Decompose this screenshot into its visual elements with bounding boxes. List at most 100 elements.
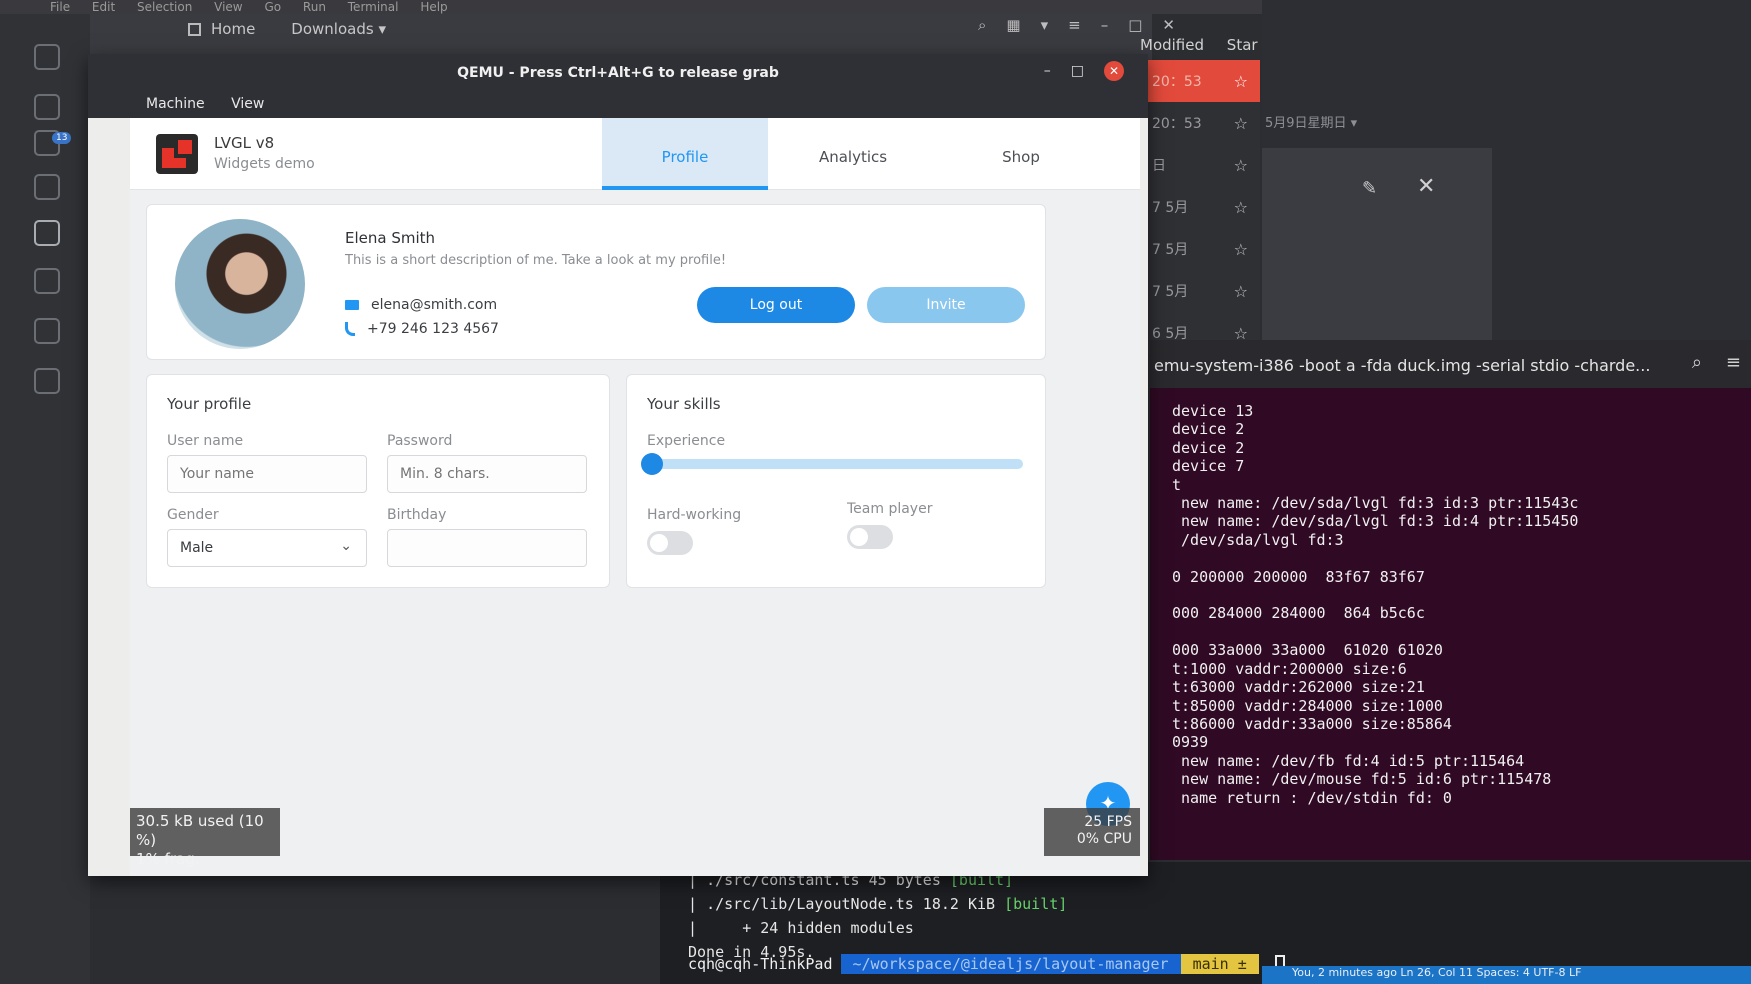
chevron-down-icon[interactable]: ▾ (1041, 16, 1049, 34)
gender-label: Gender (167, 507, 219, 523)
hardworking-switch[interactable] (647, 531, 693, 555)
teamplayer-switch[interactable] (847, 525, 893, 549)
username-input[interactable] (167, 455, 367, 493)
list-item[interactable]: 7 5月 ☆ (1140, 270, 1260, 312)
breadcrumb-home[interactable]: Home (188, 20, 255, 38)
chevron-down-icon: ⌄ (340, 538, 352, 554)
docker-icon[interactable] (34, 368, 60, 394)
memory-monitor: 30.5 kB used (10 %) 1% frag. (130, 808, 280, 868)
star-icon[interactable]: ☆ (1234, 198, 1248, 217)
tab-shop[interactable]: Shop (938, 118, 1104, 190)
password-input[interactable] (387, 455, 587, 493)
menu-machine[interactable]: Machine (146, 96, 205, 112)
teamplayer-label: Team player (847, 501, 933, 517)
clean-icon[interactable]: ✎ (1362, 178, 1377, 199)
list-item[interactable]: 日 ☆ (1140, 144, 1260, 186)
tab-profile[interactable]: Profile (602, 118, 768, 190)
menu-view[interactable]: View (214, 0, 242, 14)
small-dialog: ✎ ✕ (1262, 148, 1492, 358)
terminal-line: device 2 (1172, 420, 1245, 439)
terminal-line: t:85000 vaddr:284000 size:1000 (1172, 696, 1443, 715)
file-manager-toolbar: ⌕ ▦ ▾ ≡ – □ ✕ (978, 16, 1175, 34)
close-icon[interactable]: ✕ (1104, 61, 1124, 81)
slider-knob[interactable] (641, 453, 663, 475)
shell-prompt[interactable]: cqh@cqh-ThinkPad ~/workspace/@idealjs/la… (688, 954, 1285, 974)
maximize-icon[interactable]: □ (1128, 16, 1142, 34)
search-icon[interactable]: ⌕ (978, 16, 986, 34)
remote-explorer-icon[interactable] (34, 220, 60, 246)
star-icon[interactable]: ☆ (1234, 282, 1248, 301)
logout-button[interactable]: Log out (697, 287, 855, 323)
app-title: LVGL v8 (214, 134, 275, 152)
terminal-line: 0939 (1172, 733, 1209, 752)
list-item[interactable]: 20：53 ☆ (1140, 102, 1260, 144)
terminal-line: new name: /dev/mouse fd:5 id:6 ptr:11547… (1172, 770, 1552, 789)
terminal-line: t:63000 vaddr:262000 size:21 (1172, 678, 1425, 697)
build-output: | ./src/constant.ts 45 bytes [built] | .… (688, 871, 1068, 961)
close-icon[interactable]: ✕ (1417, 174, 1435, 199)
lvgl-screen: LVGL v8 Widgets demo Profile Analytics S… (130, 118, 1140, 876)
build-line: ./src/lib/LayoutNode.ts 18.2 KiB (706, 895, 996, 913)
maximize-icon[interactable]: □ (1071, 63, 1084, 79)
menu-file[interactable]: File (50, 0, 70, 14)
terminal-line: t (1172, 475, 1182, 494)
terminal-line: /dev/sda/lvgl fd:3 (1172, 530, 1344, 549)
star-icon[interactable]: ☆ (1234, 156, 1248, 175)
experience-label: Experience (647, 433, 726, 449)
hamburger-menu-icon[interactable]: ≡ (1068, 16, 1081, 34)
search-icon[interactable] (34, 94, 60, 120)
terminal-line: device 13 (1172, 402, 1254, 420)
menu-help[interactable]: Help (420, 0, 447, 14)
terminal-line: device 7 (1172, 457, 1245, 476)
terminal-line: 000 33a000 33a000 61020 61020 (1172, 641, 1443, 660)
hardworking-label: Hard-working (647, 507, 742, 523)
star-icon[interactable]: ☆ (1234, 72, 1248, 91)
hamburger-menu-icon[interactable]: ≡ (1726, 352, 1741, 373)
star-icon[interactable]: ☆ (1234, 114, 1248, 133)
column-star[interactable]: Star (1227, 36, 1258, 54)
date-picker[interactable]: 5月9日星期日 ▾ (1265, 112, 1357, 131)
app-subtitle: Widgets demo (214, 156, 315, 172)
extensions-icon[interactable] (34, 268, 60, 294)
list-item[interactable]: 7 5月 ☆ (1140, 186, 1260, 228)
profile-name: Elena Smith (345, 229, 436, 247)
terminal-line: new name: /dev/sda/lvgl fd:3 id:3 ptr:11… (1172, 494, 1579, 513)
run-debug-icon[interactable] (34, 174, 60, 200)
birthday-field[interactable] (387, 529, 587, 567)
minimize-icon[interactable]: – (1101, 16, 1109, 34)
menu-selection[interactable]: Selection (137, 0, 192, 14)
terminal-line: t:86000 vaddr:33a000 size:85864 (1172, 714, 1452, 733)
section-title: Your profile (167, 395, 252, 413)
minimize-icon[interactable]: – (1044, 63, 1051, 79)
column-modified[interactable]: Modified (1140, 36, 1204, 54)
qemu-title: QEMU - Press Ctrl+Alt+G to release grab (88, 54, 1148, 92)
experience-slider[interactable] (641, 453, 1023, 475)
menu-edit[interactable]: Edit (92, 0, 115, 14)
star-icon[interactable]: ☆ (1234, 240, 1248, 259)
list-item[interactable]: 20：53 ☆ (1140, 60, 1260, 102)
qemu-window: QEMU - Press Ctrl+Alt+G to release grab … (88, 54, 1148, 876)
profile-description: This is a short description of me. Take … (345, 253, 727, 268)
grid-view-icon[interactable]: ▦ (1006, 16, 1020, 34)
menu-go[interactable]: Go (264, 0, 281, 14)
close-icon[interactable]: ✕ (1162, 16, 1175, 34)
breadcrumb-downloads[interactable]: Downloads ▾ (291, 20, 386, 38)
profile-card: Elena Smith This is a short description … (146, 204, 1046, 360)
menu-terminal[interactable]: Terminal (348, 0, 399, 14)
profile-email: elena@smith.com (345, 297, 497, 313)
terminal-line: 000 284000 284000 864 b5c6c (1172, 604, 1425, 623)
search-icon[interactable]: ⌕ (1692, 352, 1702, 373)
menu-view[interactable]: View (231, 96, 264, 112)
timeline-icon[interactable] (34, 318, 60, 344)
avatar (175, 219, 305, 349)
gender-dropdown[interactable]: Male ⌄ (167, 529, 367, 567)
list-item[interactable]: 7 5月 ☆ (1140, 228, 1260, 270)
tab-analytics[interactable]: Analytics (770, 118, 936, 190)
prompt-path: ~/workspace/@idealjs/layout-manager (840, 954, 1181, 974)
explorer-icon[interactable] (34, 44, 60, 70)
invite-button[interactable]: Invite (867, 287, 1025, 323)
menu-run[interactable]: Run (303, 0, 326, 14)
file-columns-header: Modified Star (1140, 36, 1276, 54)
terminal-toolbar: ⌕ ≡ (1692, 352, 1741, 373)
